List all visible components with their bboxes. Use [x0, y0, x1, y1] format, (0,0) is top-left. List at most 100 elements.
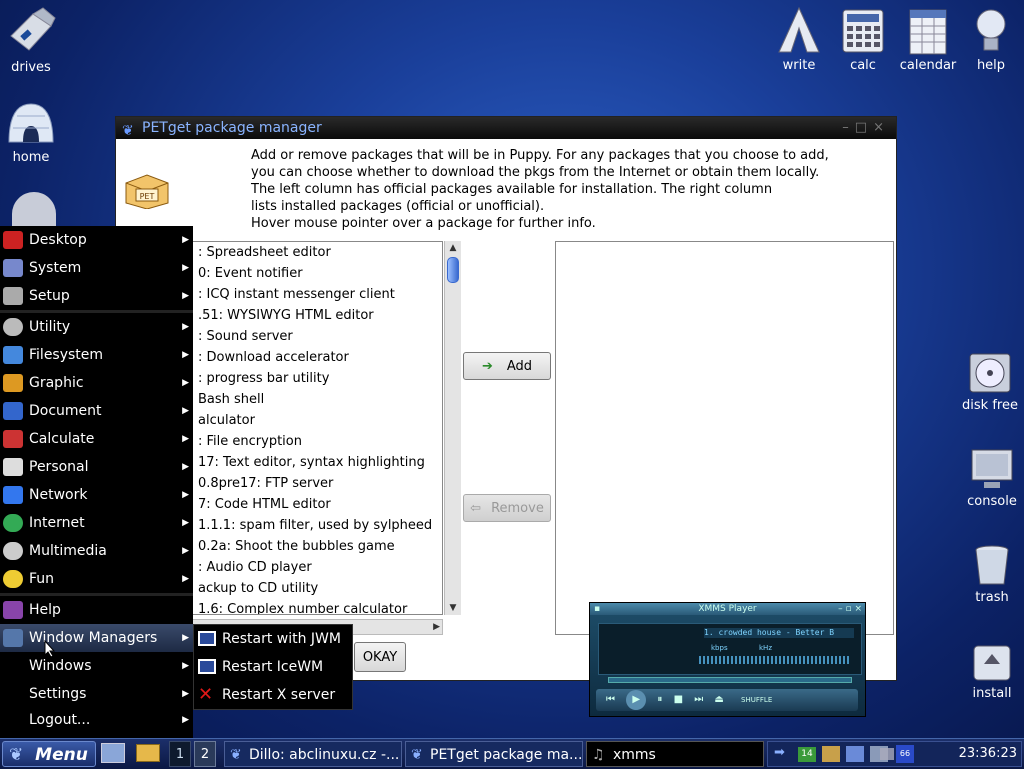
- workspace-2[interactable]: 2: [194, 741, 216, 767]
- desktop-icon-write[interactable]: write: [764, 6, 834, 73]
- package-row[interactable]: : Spreadsheet editor: [192, 242, 442, 263]
- desktop-icon-trash[interactable]: trash: [957, 542, 1024, 605]
- next-button[interactable]: ⏭: [694, 694, 703, 705]
- lightbulb-icon: [976, 9, 1006, 51]
- restart-icewm-item[interactable]: Restart IceWM: [194, 653, 352, 681]
- package-row[interactable]: : Download accelerator: [192, 347, 442, 368]
- package-row[interactable]: ackup to CD utility: [192, 578, 442, 599]
- setup-icon: [3, 287, 23, 305]
- menu-item-internet[interactable]: Internet ▶: [0, 509, 193, 537]
- xmms-titlebar[interactable]: ▪ XMMS Player – ▫ ×: [590, 603, 865, 615]
- menu-item-fun[interactable]: Fun ▶: [0, 565, 193, 593]
- menu-item-filesystem[interactable]: Filesystem ▶: [0, 341, 193, 369]
- package-row[interactable]: alculator: [192, 410, 442, 431]
- stop-button[interactable]: ■: [674, 694, 683, 705]
- shuffle-button[interactable]: SHUFFLE: [741, 696, 772, 704]
- xmms-seek-bar[interactable]: [608, 677, 852, 683]
- pause-button[interactable]: ⏸: [657, 694, 662, 705]
- calendar-icon: [909, 9, 947, 55]
- eject-button[interactable]: ⏏: [714, 694, 723, 705]
- okay-button[interactable]: OKAY: [354, 642, 406, 672]
- menu-item-graphic[interactable]: Graphic ▶: [0, 369, 193, 397]
- desktop-icon-label: trash: [975, 590, 1009, 605]
- task-dillo[interactable]: ❦ Dillo: abclinuxu.cz -...: [224, 741, 402, 767]
- menu-item-help[interactable]: Help: [0, 596, 193, 624]
- package-list-scrollbar[interactable]: ▲ ▼: [444, 241, 461, 615]
- tray-tool-icon[interactable]: [846, 746, 864, 762]
- package-row[interactable]: 0.2a: Shoot the bubbles game: [192, 536, 442, 557]
- package-row[interactable]: : progress bar utility: [192, 368, 442, 389]
- package-row[interactable]: : Audio CD player: [192, 557, 442, 578]
- menu-item-logout[interactable]: Logout... ▶: [0, 708, 193, 732]
- menu-item-windows[interactable]: Windows ▶: [0, 652, 193, 680]
- package-row[interactable]: 7: Code HTML editor: [192, 494, 442, 515]
- package-row[interactable]: : ICQ instant messenger client: [192, 284, 442, 305]
- desktop-icon-help[interactable]: help: [956, 6, 1024, 73]
- desktop-icon-console[interactable]: console: [957, 446, 1024, 509]
- desktop-icon: [3, 231, 23, 249]
- menu-item-desktop[interactable]: Desktop ▶: [0, 226, 193, 254]
- tray-network-icon[interactable]: [822, 746, 840, 762]
- close-button[interactable]: ×: [873, 120, 890, 135]
- previous-button[interactable]: ⏮: [606, 694, 615, 705]
- menu-item-system[interactable]: System ▶: [0, 254, 193, 282]
- package-row[interactable]: 0: Event notifier: [192, 263, 442, 284]
- menu-item-setup[interactable]: Setup ▶: [0, 282, 193, 310]
- installed-packages-list[interactable]: [555, 241, 894, 635]
- menu-item-multimedia[interactable]: Multimedia ▶: [0, 537, 193, 565]
- desktop-icon-drives[interactable]: drives: [0, 6, 66, 75]
- package-row[interactable]: 1.6: Complex number calculator: [192, 599, 442, 614]
- menu-item-network[interactable]: Network ▶: [0, 481, 193, 509]
- mouse-cursor-icon: [44, 640, 56, 658]
- scroll-up-arrow[interactable]: ▲: [445, 241, 461, 255]
- show-desktop-icon[interactable]: [101, 743, 125, 763]
- restart-x-server-item[interactable]: ✕ Restart X server: [194, 681, 352, 709]
- menu-item-calculate[interactable]: Calculate ▶: [0, 425, 193, 453]
- clock: 23:36:23: [958, 746, 1017, 761]
- desktop-icon-disk-free[interactable]: disk free: [955, 350, 1024, 413]
- minimize-button[interactable]: –: [842, 120, 855, 135]
- tray-battery-icon[interactable]: 66: [896, 745, 914, 763]
- file-manager-icon[interactable]: [136, 744, 160, 762]
- task-xmms[interactable]: ♫ xmms: [586, 741, 764, 767]
- desktop-icon-install[interactable]: install: [957, 640, 1024, 701]
- package-row[interactable]: 17: Text editor, syntax highlighting: [192, 452, 442, 473]
- package-row[interactable]: Bash shell: [192, 389, 442, 410]
- menu-item-window-managers[interactable]: Window Managers ▶: [0, 624, 193, 652]
- available-packages-list[interactable]: : Spreadsheet editor 0: Event notifier :…: [191, 241, 443, 615]
- xmms-menu-icon[interactable]: ▪: [594, 603, 600, 615]
- menu-item-document[interactable]: Document ▶: [0, 397, 193, 425]
- menu-item-settings[interactable]: Settings ▶: [0, 680, 193, 708]
- restart-jwm-item[interactable]: Restart with JWM: [194, 625, 352, 653]
- package-row[interactable]: : File encryption: [192, 431, 442, 452]
- xmms-track-title[interactable]: 1. crowded house - Better B: [704, 628, 854, 638]
- tray-arrow-icon[interactable]: ➡: [774, 745, 785, 760]
- window-titlebar[interactable]: ❦ PETget package manager –□×: [116, 117, 896, 139]
- menu-button[interactable]: ❦ Menu: [2, 741, 96, 767]
- maximize-button[interactable]: □: [855, 120, 873, 135]
- menu-item-personal[interactable]: Personal ▶: [0, 453, 193, 481]
- tray-display-icon[interactable]: [880, 748, 894, 760]
- scroll-down-arrow[interactable]: ▼: [445, 601, 461, 615]
- desktop-icon-calc[interactable]: calc: [828, 6, 898, 73]
- desktop-icon-label: help: [976, 58, 1006, 73]
- menu-item-utility[interactable]: Utility ▶: [0, 313, 193, 341]
- play-button[interactable]: ▶: [626, 690, 647, 710]
- package-row[interactable]: : Sound server: [192, 326, 442, 347]
- submenu-arrow-icon: ▶: [182, 378, 189, 388]
- scroll-right-arrow[interactable]: ▶: [433, 620, 440, 634]
- usb-drive-icon: [10, 7, 56, 51]
- tray-calendar-icon[interactable]: 14: [798, 747, 816, 762]
- package-row[interactable]: 1.1.1: spam filter, used by sylpheed: [192, 515, 442, 536]
- window-icon: [198, 659, 216, 674]
- remove-button[interactable]: ⇦ Remove: [463, 494, 551, 522]
- xmms-close-icon[interactable]: – ▫ ×: [838, 603, 862, 615]
- package-row[interactable]: 0.8pre17: FTP server: [192, 473, 442, 494]
- desktop-icon-calendar[interactable]: calendar: [893, 6, 963, 73]
- desktop-icon-home[interactable]: home: [0, 98, 66, 165]
- scroll-thumb[interactable]: [447, 257, 459, 283]
- task-petget[interactable]: ❦ PETget package ma...: [405, 741, 583, 767]
- add-button[interactable]: ➔ Add: [463, 352, 551, 380]
- package-row[interactable]: .51: WYSIWYG HTML editor: [192, 305, 442, 326]
- workspace-1[interactable]: 1: [169, 741, 191, 767]
